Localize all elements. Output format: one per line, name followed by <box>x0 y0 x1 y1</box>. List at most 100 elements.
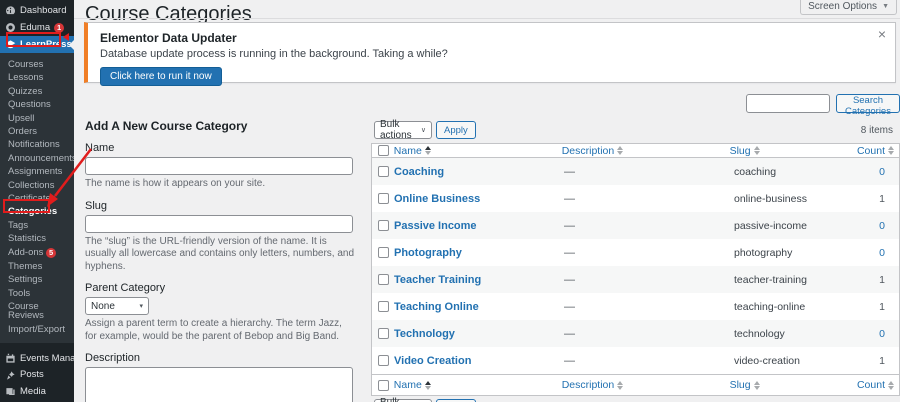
sidebar-item-upsell[interactable]: Upsell <box>0 112 74 125</box>
category-description: — <box>564 246 575 259</box>
category-slug: video-creation <box>734 354 800 367</box>
screen-options-button[interactable]: Screen Options ▼ <box>800 0 897 15</box>
sort-icon <box>617 380 624 390</box>
column-header-description[interactable]: Description <box>562 145 624 157</box>
category-count-link[interactable]: 0 <box>879 328 885 340</box>
description-textarea[interactable] <box>85 367 353 402</box>
table-row: Photography — photography 0 <box>372 239 899 266</box>
sidebar-item-tags[interactable]: Tags <box>0 219 74 232</box>
row-checkbox[interactable] <box>378 247 389 258</box>
sidebar-item-label: LearnPress <box>20 38 72 50</box>
category-name-link[interactable]: Passive Income <box>394 220 477 232</box>
row-checkbox[interactable] <box>378 355 389 366</box>
sidebar-item-questions[interactable]: Questions <box>0 98 74 111</box>
category-slug: passive-income <box>734 219 807 232</box>
name-input[interactable] <box>85 157 353 175</box>
sidebar-item-lessons[interactable]: Lessons <box>0 71 74 84</box>
bulk-actions-value: Bulk actions <box>380 397 421 402</box>
category-description: — <box>564 273 575 286</box>
learnpress-submenu: Courses Lessons Quizzes Questions Upsell… <box>0 53 74 344</box>
sidebar-item-announcements[interactable]: Announcements <box>0 152 74 165</box>
category-count: 1 <box>879 192 885 205</box>
category-count: 1 <box>879 273 885 286</box>
category-name-link[interactable]: Photography <box>394 247 462 259</box>
row-checkbox[interactable] <box>378 274 389 285</box>
row-checkbox[interactable] <box>378 193 389 204</box>
category-name-link[interactable]: Online Business <box>394 193 480 205</box>
sidebar-item-posts[interactable]: Posts <box>0 367 74 384</box>
sidebar-item-settings[interactable]: Settings <box>0 273 74 286</box>
column-header-count[interactable]: Count <box>857 145 894 157</box>
sidebar-item-notifications[interactable]: Notifications <box>0 138 74 151</box>
apply-button[interactable]: Apply <box>436 121 476 139</box>
chevron-down-icon: ∨ <box>420 127 426 134</box>
column-header-description[interactable]: Description <box>562 379 624 391</box>
row-checkbox[interactable] <box>378 328 389 339</box>
update-count-badge: 1 <box>54 22 65 33</box>
column-header-slug[interactable]: Slug <box>730 379 760 391</box>
sidebar-item-quizzes[interactable]: Quizzes <box>0 85 74 98</box>
select-all-checkbox[interactable] <box>378 145 389 156</box>
notice-title: Elementor Data Updater <box>100 31 237 45</box>
parent-category-select[interactable]: None ▾ <box>85 297 149 315</box>
sidebar-item-events-manager[interactable]: Events Manager <box>0 350 74 367</box>
table-row: Teaching Online — teaching-online 1 <box>372 293 899 320</box>
row-checkbox[interactable] <box>378 166 389 177</box>
admin-content: Course Categories Screen Options ▼ Eleme… <box>74 0 900 402</box>
category-count-link[interactable]: 0 <box>879 166 885 178</box>
admin-sidebar: Dashboard Eduma 1 LearnPress Courses Les… <box>0 0 74 402</box>
row-checkbox[interactable] <box>378 301 389 312</box>
row-checkbox[interactable] <box>378 220 389 231</box>
sidebar-item-import-export[interactable]: Import/Export <box>0 323 74 336</box>
items-count: 8 items <box>860 125 893 136</box>
category-name-link[interactable]: Video Creation <box>394 355 471 367</box>
column-header-name[interactable]: Name <box>394 379 431 391</box>
column-header-slug[interactable]: Slug <box>730 145 760 157</box>
sidebar-item-orders[interactable]: Orders <box>0 125 74 138</box>
name-help: The name is how it appears on your site. <box>85 178 266 189</box>
category-name-link[interactable]: Teacher Training <box>394 274 481 286</box>
sidebar-item-courses[interactable]: Courses <box>0 58 74 71</box>
sidebar-item-addons[interactable]: Add-ons 5 <box>0 246 74 260</box>
sidebar-item-statistics[interactable]: Statistics <box>0 232 74 245</box>
sidebar-item-dashboard[interactable]: Dashboard <box>0 2 74 19</box>
category-count-link[interactable]: 0 <box>879 220 885 232</box>
sidebar-item-label: Events Manager <box>20 352 74 364</box>
current-menu-arrow-icon <box>69 39 74 50</box>
category-count-link[interactable]: 0 <box>879 247 885 259</box>
sidebar-item-learnpress[interactable]: LearnPress <box>0 36 74 53</box>
sidebar-item-course-reviews[interactable]: Course Reviews <box>0 300 74 323</box>
run-update-button[interactable]: Click here to run it now <box>100 67 222 86</box>
sidebar-item-assignments[interactable]: Assignments <box>0 165 74 178</box>
sidebar-item-eduma[interactable]: Eduma 1 <box>0 19 74 36</box>
sidebar-item-themes[interactable]: Themes <box>0 260 74 273</box>
sidebar-item-tools[interactable]: Tools <box>0 287 74 300</box>
calendar-icon <box>5 353 16 364</box>
category-slug: teaching-online <box>734 300 806 313</box>
search-input[interactable] <box>746 94 830 113</box>
sidebar-item-categories[interactable]: Categories <box>0 205 74 218</box>
chevron-down-icon: ▼ <box>882 3 889 10</box>
select-all-checkbox[interactable] <box>378 379 389 391</box>
category-name-link[interactable]: Technology <box>394 328 455 340</box>
category-name-link[interactable]: Coaching <box>394 166 444 178</box>
sidebar-item-media[interactable]: Media <box>0 383 74 400</box>
sidebar-item-certificates[interactable]: Certificates <box>0 192 74 205</box>
elementor-update-notice: Elementor Data Updater Database update p… <box>84 22 896 86</box>
table-row: Passive Income — passive-income 0 <box>372 212 899 239</box>
close-icon[interactable]: × <box>878 27 886 41</box>
sidebar-item-label: Posts <box>20 369 44 381</box>
name-label: Name <box>85 142 115 154</box>
slug-input[interactable] <box>85 214 353 233</box>
bulk-actions-select[interactable]: Bulk actions ∨ <box>374 119 432 141</box>
category-description: — <box>564 300 575 313</box>
column-header-count[interactable]: Count <box>857 379 894 391</box>
column-header-name[interactable]: Name <box>394 145 431 157</box>
notice-message: Database update process is running in th… <box>100 48 448 60</box>
add-category-form: Add A New Course Category Name The name … <box>85 119 355 402</box>
category-name-link[interactable]: Teaching Online <box>394 301 479 313</box>
parent-category-value: None <box>91 300 115 312</box>
eduma-logo-icon <box>5 22 16 33</box>
search-categories-button[interactable]: Search Categories <box>836 94 900 117</box>
sidebar-item-collections[interactable]: Collections <box>0 179 74 192</box>
